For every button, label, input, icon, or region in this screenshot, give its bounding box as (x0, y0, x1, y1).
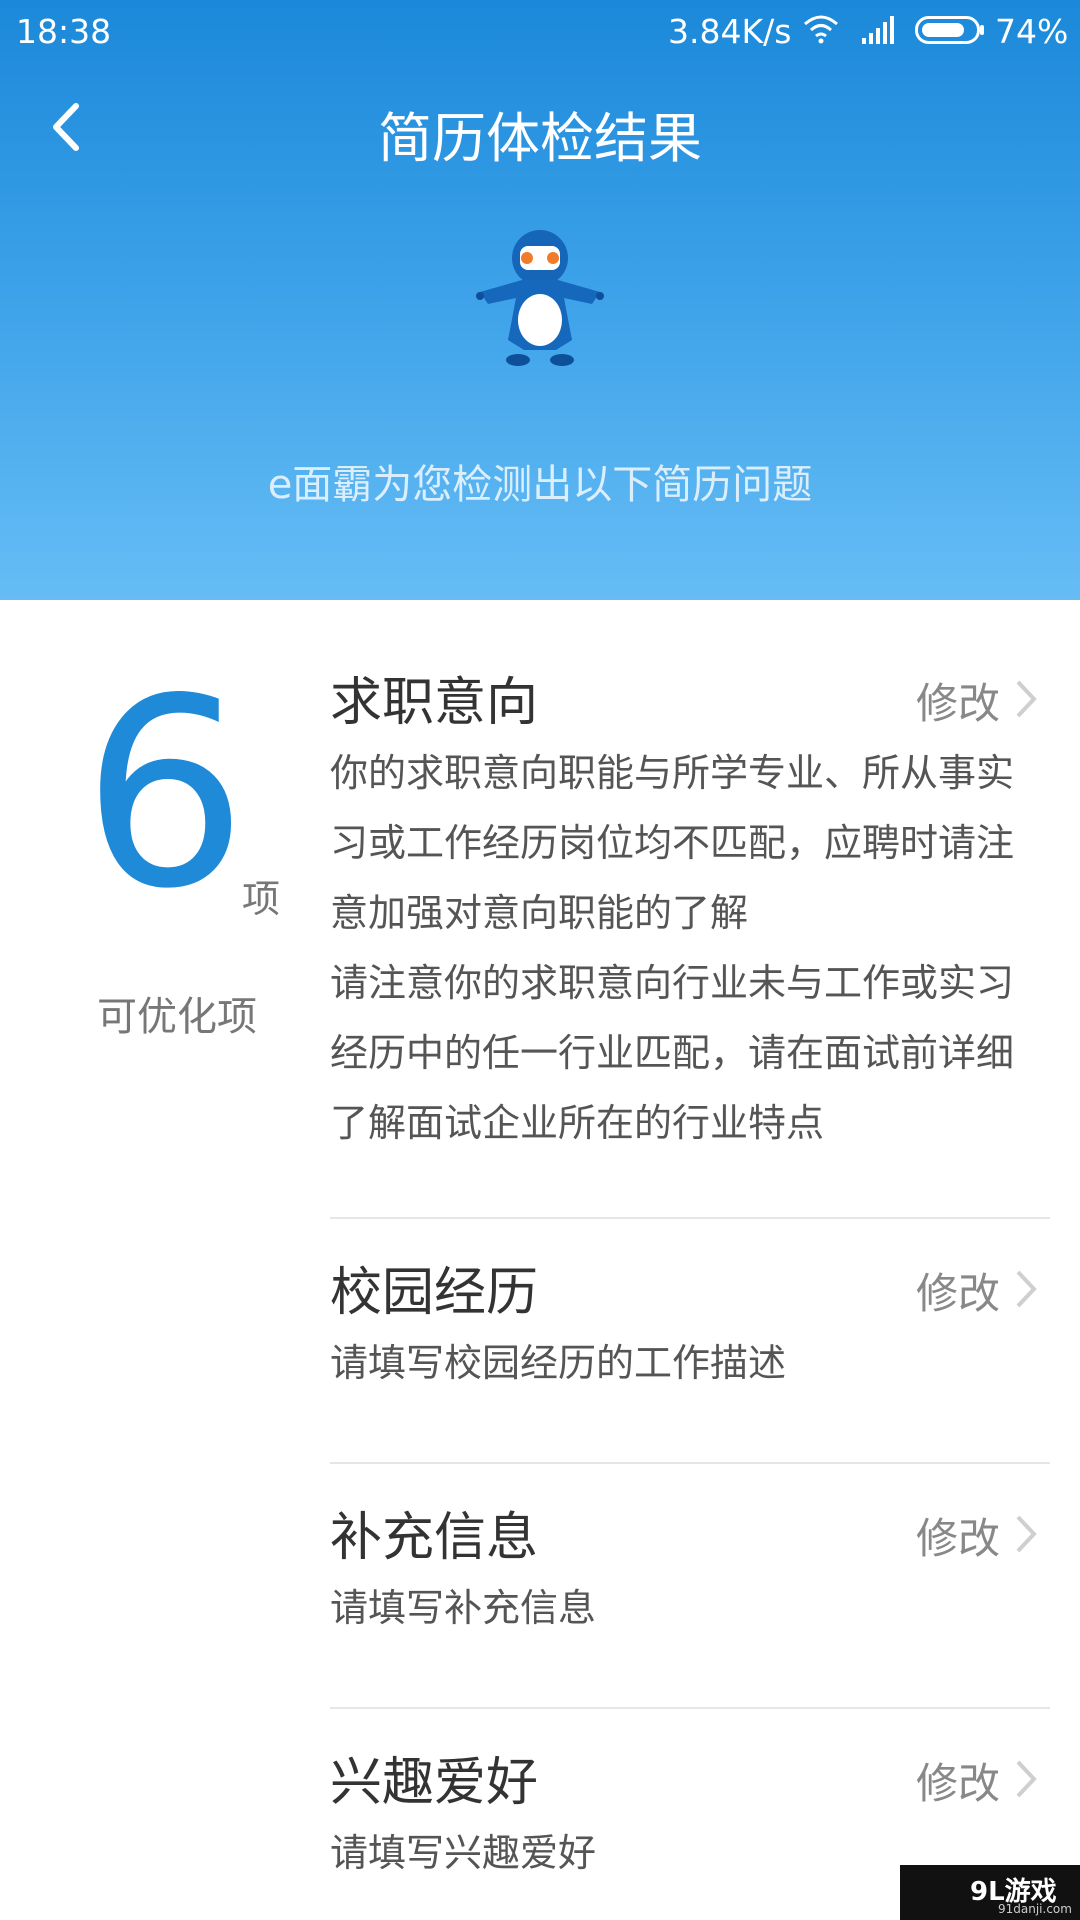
chevron-right-icon[interactable] (1012, 1758, 1040, 1800)
chevron-right-icon[interactable] (1012, 678, 1040, 720)
header-banner: 18:38 3.84K/s 74% 简历体检结果 e面霸为您检测出以下简历问题 (0, 0, 1080, 600)
status-bar: 18:38 3.84K/s 74% (0, 0, 1080, 62)
divider (330, 1462, 1050, 1464)
item-description: 请填写补充信息 (330, 1586, 597, 1630)
item-description: 请填写校园经历的工作描述 (330, 1341, 787, 1385)
battery-percent: 74% (995, 12, 1069, 51)
item-title: 求职意向 (330, 673, 539, 733)
battery-icon (915, 16, 984, 44)
item-title: 补充信息 (330, 1508, 539, 1568)
status-time: 18:38 (16, 12, 112, 51)
divider (330, 1217, 1050, 1219)
edit-button[interactable]: 修改 (916, 1260, 1000, 1321)
optimizable-count: 6 (82, 644, 248, 946)
chevron-right-icon[interactable] (1012, 1268, 1040, 1310)
signal-icon (862, 16, 894, 44)
optimizable-unit: 项 (242, 877, 281, 921)
edit-button[interactable]: 修改 (916, 670, 1000, 731)
optimizable-caption: 可优化项 (97, 994, 257, 1040)
watermark-url: 91danji.com (998, 1902, 1072, 1916)
mascot-image (476, 230, 604, 366)
wifi-icon (804, 15, 838, 44)
divider (330, 1707, 1050, 1709)
item-title: 兴趣爱好 (330, 1753, 539, 1813)
item-description: 你的求职意向职能与所学专业、所从事实 习或工作经历岗位均不匹配，应聘时请注 意加… (330, 751, 1015, 1145)
network-speed: 3.84K/s (668, 12, 792, 51)
edit-button[interactable]: 修改 (916, 1750, 1000, 1811)
item-title: 校园经历 (330, 1263, 539, 1323)
page-title: 简历体检结果 (378, 107, 702, 170)
site-watermark: 9L游戏 91danji.com (900, 1865, 1080, 1920)
chevron-right-icon[interactable] (1012, 1513, 1040, 1555)
edit-button[interactable]: 修改 (916, 1505, 1000, 1566)
header-subtitle: e面霸为您检测出以下简历问题 (267, 462, 813, 508)
